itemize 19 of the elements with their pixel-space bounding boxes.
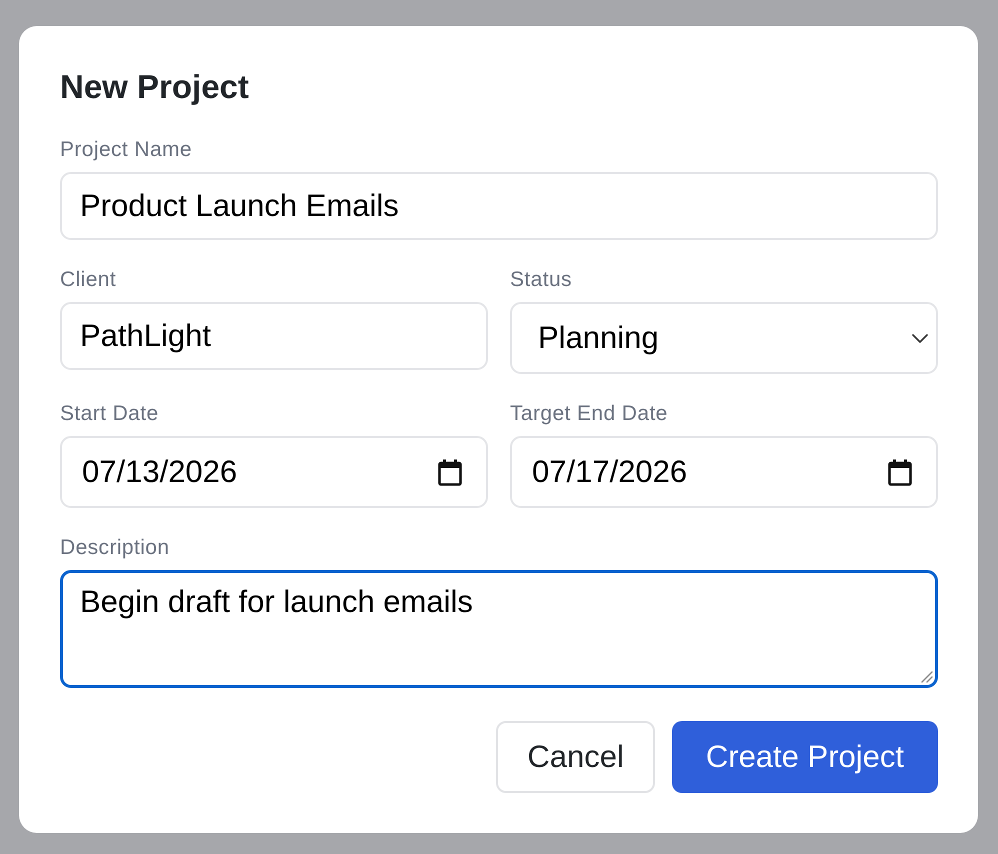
date-field[interactable]: 07/13/2026: [60, 436, 488, 508]
field-label: Start Date: [60, 401, 159, 426]
caret-icon: [912, 334, 928, 342]
field-label: Target End Date: [510, 401, 668, 426]
calendar-icon[interactable]: [438, 458, 462, 486]
text-field[interactable]: Product Launch Emails: [60, 172, 938, 240]
text-area-field[interactable]: Begin draft for launch emails: [60, 570, 938, 688]
field-label: Description: [60, 535, 170, 560]
resize-grip-icon[interactable]: [920, 670, 933, 683]
dropdown-field[interactable]: Planning: [510, 302, 938, 374]
secondary-button[interactable]: Cancel: [496, 721, 655, 793]
text-field[interactable]: PathLight: [60, 302, 488, 370]
field-label: Project Name: [60, 137, 192, 162]
primary-button[interactable]: Create Project: [672, 721, 938, 793]
calendar-icon[interactable]: [888, 458, 912, 486]
date-field[interactable]: 07/17/2026: [510, 436, 938, 508]
dialog-title: New Project: [60, 68, 249, 106]
field-label: Status: [510, 267, 572, 292]
field-label: Client: [60, 267, 116, 292]
